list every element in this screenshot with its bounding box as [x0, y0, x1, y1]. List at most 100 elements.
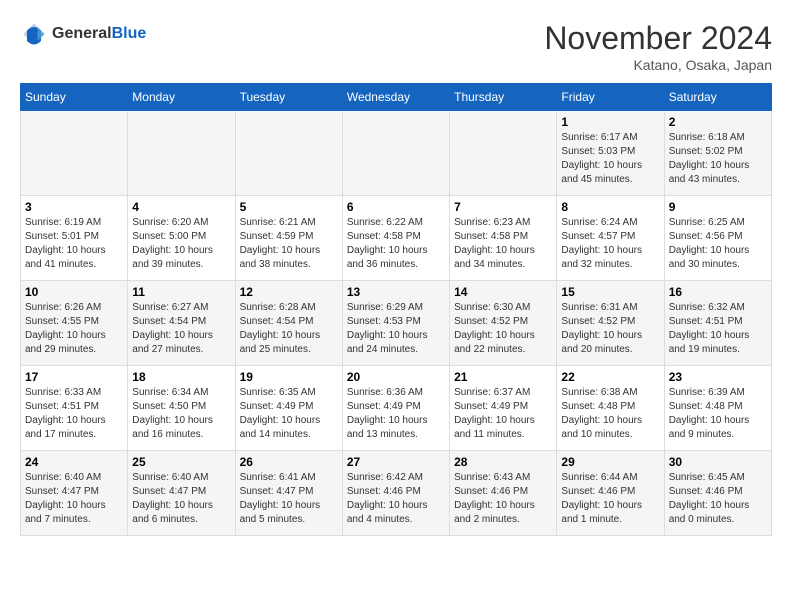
- daylight-text: Daylight: 10 hours and 32 minutes.: [561, 245, 642, 270]
- day-number: 16: [669, 285, 767, 299]
- daylight-text: Daylight: 10 hours and 45 minutes.: [561, 160, 642, 185]
- day-info: Sunrise: 6:22 AM Sunset: 4:58 PM Dayligh…: [347, 216, 445, 272]
- daylight-text: Daylight: 10 hours and 17 minutes.: [25, 415, 106, 440]
- week-row-1: 1 Sunrise: 6:17 AM Sunset: 5:03 PM Dayli…: [21, 111, 772, 196]
- daylight-text: Daylight: 10 hours and 10 minutes.: [561, 415, 642, 440]
- sunset-text: Sunset: 5:02 PM: [669, 146, 743, 157]
- day-info: Sunrise: 6:25 AM Sunset: 4:56 PM Dayligh…: [669, 216, 767, 272]
- calendar-header: Sunday Monday Tuesday Wednesday Thursday…: [21, 84, 772, 111]
- day-number: 7: [454, 200, 552, 214]
- calendar-cell: 30 Sunrise: 6:45 AM Sunset: 4:46 PM Dayl…: [664, 451, 771, 536]
- day-info: Sunrise: 6:40 AM Sunset: 4:47 PM Dayligh…: [25, 471, 123, 527]
- calendar-cell: [342, 111, 449, 196]
- sunrise-text: Sunrise: 6:44 AM: [561, 472, 637, 483]
- sunrise-text: Sunrise: 6:19 AM: [25, 217, 101, 228]
- col-sunday: Sunday: [21, 84, 128, 111]
- sunset-text: Sunset: 5:00 PM: [132, 231, 206, 242]
- calendar-cell: 25 Sunrise: 6:40 AM Sunset: 4:47 PM Dayl…: [128, 451, 235, 536]
- calendar-cell: 1 Sunrise: 6:17 AM Sunset: 5:03 PM Dayli…: [557, 111, 664, 196]
- col-tuesday: Tuesday: [235, 84, 342, 111]
- daylight-text: Daylight: 10 hours and 19 minutes.: [669, 330, 750, 355]
- calendar-cell: 21 Sunrise: 6:37 AM Sunset: 4:49 PM Dayl…: [450, 366, 557, 451]
- calendar-cell: 13 Sunrise: 6:29 AM Sunset: 4:53 PM Dayl…: [342, 281, 449, 366]
- day-info: Sunrise: 6:23 AM Sunset: 4:58 PM Dayligh…: [454, 216, 552, 272]
- sunset-text: Sunset: 4:57 PM: [561, 231, 635, 242]
- sunset-text: Sunset: 4:56 PM: [669, 231, 743, 242]
- sunset-text: Sunset: 4:48 PM: [561, 401, 635, 412]
- day-number: 22: [561, 370, 659, 384]
- logo-blue: Blue: [112, 25, 147, 42]
- day-info: Sunrise: 6:39 AM Sunset: 4:48 PM Dayligh…: [669, 386, 767, 442]
- page-header: GeneralBlue November 2024 Katano, Osaka,…: [20, 20, 772, 73]
- calendar-cell: 16 Sunrise: 6:32 AM Sunset: 4:51 PM Dayl…: [664, 281, 771, 366]
- day-info: Sunrise: 6:41 AM Sunset: 4:47 PM Dayligh…: [240, 471, 338, 527]
- sunrise-text: Sunrise: 6:40 AM: [132, 472, 208, 483]
- sunset-text: Sunset: 4:54 PM: [240, 316, 314, 327]
- sunrise-text: Sunrise: 6:21 AM: [240, 217, 316, 228]
- sunset-text: Sunset: 4:54 PM: [132, 316, 206, 327]
- daylight-text: Daylight: 10 hours and 16 minutes.: [132, 415, 213, 440]
- sunset-text: Sunset: 4:58 PM: [347, 231, 421, 242]
- calendar-cell: 5 Sunrise: 6:21 AM Sunset: 4:59 PM Dayli…: [235, 196, 342, 281]
- sunset-text: Sunset: 4:53 PM: [347, 316, 421, 327]
- sunrise-text: Sunrise: 6:45 AM: [669, 472, 745, 483]
- sunset-text: Sunset: 4:55 PM: [25, 316, 99, 327]
- calendar-cell: 22 Sunrise: 6:38 AM Sunset: 4:48 PM Dayl…: [557, 366, 664, 451]
- day-number: 30: [669, 455, 767, 469]
- week-row-3: 10 Sunrise: 6:26 AM Sunset: 4:55 PM Dayl…: [21, 281, 772, 366]
- sunrise-text: Sunrise: 6:42 AM: [347, 472, 423, 483]
- calendar-cell: 17 Sunrise: 6:33 AM Sunset: 4:51 PM Dayl…: [21, 366, 128, 451]
- sunset-text: Sunset: 4:58 PM: [454, 231, 528, 242]
- day-info: Sunrise: 6:42 AM Sunset: 4:46 PM Dayligh…: [347, 471, 445, 527]
- day-info: Sunrise: 6:20 AM Sunset: 5:00 PM Dayligh…: [132, 216, 230, 272]
- calendar-body: 1 Sunrise: 6:17 AM Sunset: 5:03 PM Dayli…: [21, 111, 772, 536]
- logo-text: GeneralBlue: [52, 25, 146, 43]
- day-number: 23: [669, 370, 767, 384]
- calendar-cell: 27 Sunrise: 6:42 AM Sunset: 4:46 PM Dayl…: [342, 451, 449, 536]
- calendar-cell: [128, 111, 235, 196]
- daylight-text: Daylight: 10 hours and 13 minutes.: [347, 415, 428, 440]
- calendar-cell: 4 Sunrise: 6:20 AM Sunset: 5:00 PM Dayli…: [128, 196, 235, 281]
- day-info: Sunrise: 6:30 AM Sunset: 4:52 PM Dayligh…: [454, 301, 552, 357]
- daylight-text: Daylight: 10 hours and 6 minutes.: [132, 500, 213, 525]
- daylight-text: Daylight: 10 hours and 25 minutes.: [240, 330, 321, 355]
- location: Katano, Osaka, Japan: [544, 57, 772, 73]
- sunrise-text: Sunrise: 6:25 AM: [669, 217, 745, 228]
- day-info: Sunrise: 6:35 AM Sunset: 4:49 PM Dayligh…: [240, 386, 338, 442]
- week-row-2: 3 Sunrise: 6:19 AM Sunset: 5:01 PM Dayli…: [21, 196, 772, 281]
- daylight-text: Daylight: 10 hours and 7 minutes.: [25, 500, 106, 525]
- daylight-text: Daylight: 10 hours and 34 minutes.: [454, 245, 535, 270]
- calendar-cell: 18 Sunrise: 6:34 AM Sunset: 4:50 PM Dayl…: [128, 366, 235, 451]
- month-title: November 2024: [544, 20, 772, 57]
- daylight-text: Daylight: 10 hours and 22 minutes.: [454, 330, 535, 355]
- sunset-text: Sunset: 4:46 PM: [347, 486, 421, 497]
- title-area: November 2024 Katano, Osaka, Japan: [544, 20, 772, 73]
- calendar-cell: [450, 111, 557, 196]
- sunrise-text: Sunrise: 6:30 AM: [454, 302, 530, 313]
- col-thursday: Thursday: [450, 84, 557, 111]
- daylight-text: Daylight: 10 hours and 0 minutes.: [669, 500, 750, 525]
- sunset-text: Sunset: 4:51 PM: [25, 401, 99, 412]
- calendar-cell: 24 Sunrise: 6:40 AM Sunset: 4:47 PM Dayl…: [21, 451, 128, 536]
- day-info: Sunrise: 6:26 AM Sunset: 4:55 PM Dayligh…: [25, 301, 123, 357]
- day-info: Sunrise: 6:34 AM Sunset: 4:50 PM Dayligh…: [132, 386, 230, 442]
- sunrise-text: Sunrise: 6:35 AM: [240, 387, 316, 398]
- sunrise-text: Sunrise: 6:31 AM: [561, 302, 637, 313]
- day-number: 13: [347, 285, 445, 299]
- day-number: 28: [454, 455, 552, 469]
- daylight-text: Daylight: 10 hours and 43 minutes.: [669, 160, 750, 185]
- day-number: 6: [347, 200, 445, 214]
- sunset-text: Sunset: 4:47 PM: [240, 486, 314, 497]
- calendar-cell: 9 Sunrise: 6:25 AM Sunset: 4:56 PM Dayli…: [664, 196, 771, 281]
- sunrise-text: Sunrise: 6:43 AM: [454, 472, 530, 483]
- day-number: 5: [240, 200, 338, 214]
- calendar-cell: 20 Sunrise: 6:36 AM Sunset: 4:49 PM Dayl…: [342, 366, 449, 451]
- day-number: 10: [25, 285, 123, 299]
- sunrise-text: Sunrise: 6:38 AM: [561, 387, 637, 398]
- calendar-cell: 19 Sunrise: 6:35 AM Sunset: 4:49 PM Dayl…: [235, 366, 342, 451]
- day-number: 15: [561, 285, 659, 299]
- sunset-text: Sunset: 4:46 PM: [454, 486, 528, 497]
- daylight-text: Daylight: 10 hours and 20 minutes.: [561, 330, 642, 355]
- calendar-table: Sunday Monday Tuesday Wednesday Thursday…: [20, 83, 772, 536]
- calendar-cell: [21, 111, 128, 196]
